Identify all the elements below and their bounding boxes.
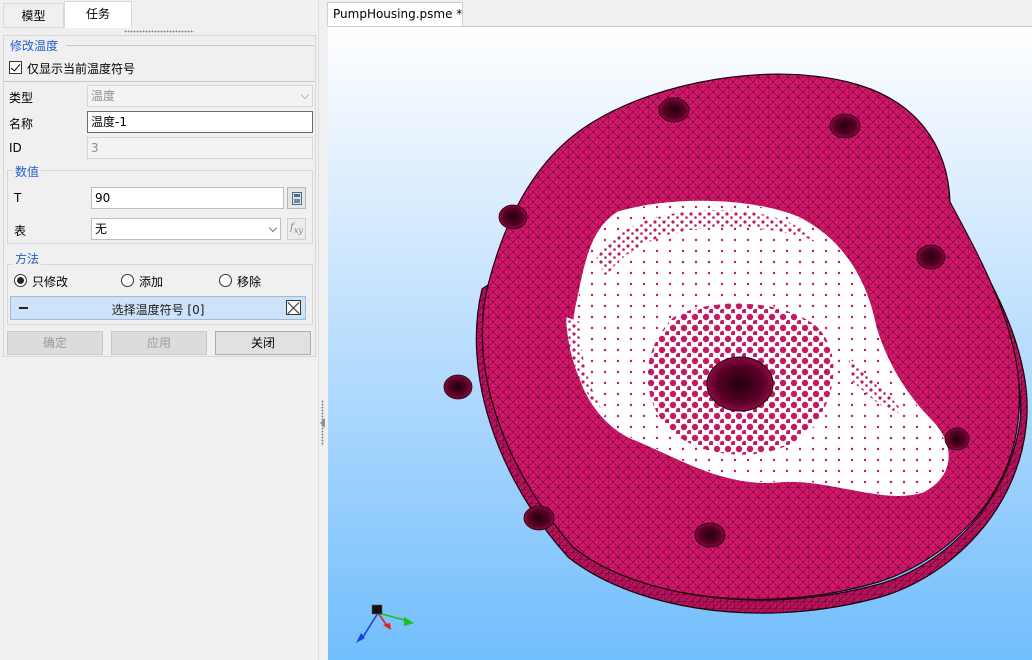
panel-splitter[interactable] (318, 0, 326, 660)
panel-grip[interactable] (124, 30, 194, 33)
table-value: 无 (95, 222, 108, 236)
panel-tabs: 模型 任务 (0, 0, 318, 28)
close-button[interactable]: 关闭 (215, 331, 311, 355)
collapse-left-icon[interactable] (320, 418, 325, 428)
function-xy-icon: fxy (290, 222, 304, 235)
only-current-label: 仅显示当前温度符号 (27, 62, 136, 76)
only-current-checkbox[interactable] (9, 61, 22, 74)
apply-button[interactable]: 应用 (111, 331, 207, 355)
ok-button[interactable]: 确定 (7, 331, 103, 355)
document-tab[interactable]: PumpHousing.psme * (327, 2, 463, 26)
radio-modify-only[interactable] (14, 274, 27, 287)
calculator-icon (292, 192, 302, 205)
chevron-down-icon (300, 90, 310, 100)
select-temperature-label: 选择温度符号 [0] (111, 303, 205, 317)
radio-add-label: 添加 (139, 275, 164, 289)
property-panel: 模型 任务 修改温度 仅显示当前温度符号 类型 温度 名称 温度-1 ID 3 … (0, 0, 318, 660)
values-group-title: 数值 (13, 163, 42, 180)
id-label: ID (9, 141, 22, 155)
clear-selection-icon[interactable] (286, 300, 301, 315)
calculator-button[interactable] (287, 187, 306, 209)
table-label: 表 (14, 224, 27, 238)
method-group-title: 方法 (13, 250, 42, 267)
table-select[interactable]: 无 (91, 218, 281, 240)
select-temperature-bar[interactable]: 选择温度符号 [0] (10, 296, 306, 320)
tab-model[interactable]: 模型 (3, 3, 64, 28)
mesh-canvas[interactable] (328, 27, 1032, 660)
radio-modify-only-label: 只修改 (32, 275, 69, 289)
3d-viewport[interactable] (328, 27, 1032, 660)
name-label: 名称 (9, 117, 34, 131)
tab-task[interactable]: 任务 (64, 1, 132, 28)
function-button[interactable]: fxy (287, 218, 306, 240)
chevron-down-icon (268, 223, 278, 233)
radio-remove-label: 移除 (237, 275, 262, 289)
type-value: 温度 (91, 89, 116, 103)
modify-temperature-title: 修改温度 (10, 39, 59, 53)
radio-remove[interactable] (219, 274, 232, 287)
t-label: T (14, 191, 22, 205)
radio-add[interactable] (121, 274, 134, 287)
id-field: 3 (87, 137, 313, 159)
section-divider (66, 45, 314, 46)
t-input[interactable]: 90 (91, 187, 284, 209)
type-label: 类型 (9, 91, 34, 105)
separator (4, 81, 315, 82)
name-input[interactable]: 温度-1 (87, 111, 313, 133)
type-select[interactable]: 温度 (87, 85, 313, 107)
axis-triad-icon (356, 604, 414, 643)
